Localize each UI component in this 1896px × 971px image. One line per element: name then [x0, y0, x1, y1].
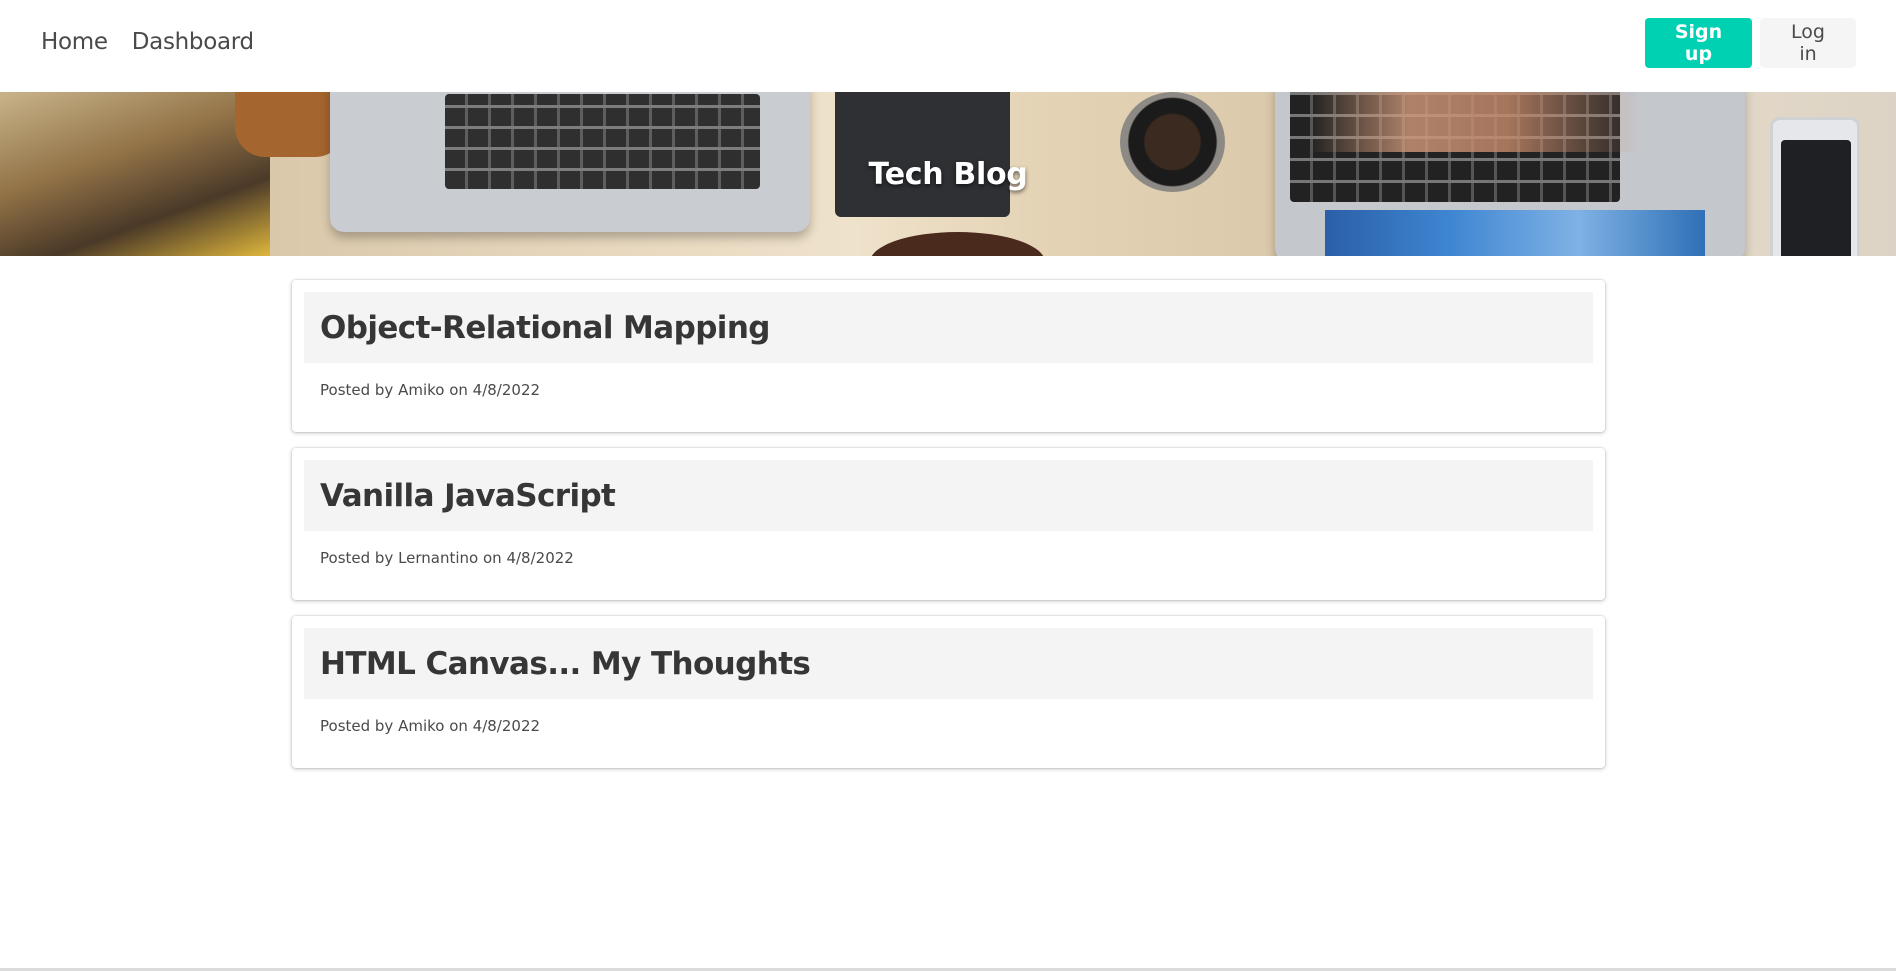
nav-dashboard-link[interactable]: Dashboard	[132, 29, 254, 55]
hero-banner: Tech Blog	[0, 92, 1896, 256]
post-card-header: Vanilla JavaScript	[304, 460, 1593, 531]
post-card[interactable]: Vanilla JavaScript Posted by Lernantino …	[292, 448, 1605, 600]
post-meta: Posted by Amiko on 4/8/2022	[320, 717, 541, 735]
top-navbar: Home Dashboard Sign up Log in	[0, 0, 1896, 92]
login-button[interactable]: Log in	[1760, 18, 1856, 68]
post-title[interactable]: HTML Canvas... My Thoughts	[320, 646, 811, 682]
post-list: Object-Relational Mapping Posted by Amik…	[292, 280, 1605, 784]
post-title[interactable]: Object-Relational Mapping	[320, 310, 770, 346]
post-card-header: Object-Relational Mapping	[304, 292, 1593, 363]
page-title: Tech Blog	[868, 156, 1028, 192]
post-card[interactable]: Object-Relational Mapping Posted by Amik…	[292, 280, 1605, 432]
signup-button[interactable]: Sign up	[1645, 18, 1752, 68]
auth-buttons: Sign up Log in	[1645, 18, 1856, 68]
post-title[interactable]: Vanilla JavaScript	[320, 478, 616, 514]
post-card[interactable]: HTML Canvas... My Thoughts Posted by Ami…	[292, 616, 1605, 768]
nav-home-link[interactable]: Home	[41, 29, 108, 55]
post-card-header: HTML Canvas... My Thoughts	[304, 628, 1593, 699]
post-meta: Posted by Lernantino on 4/8/2022	[320, 549, 574, 567]
nav-links: Home Dashboard	[41, 0, 278, 84]
post-meta: Posted by Amiko on 4/8/2022	[320, 381, 541, 399]
